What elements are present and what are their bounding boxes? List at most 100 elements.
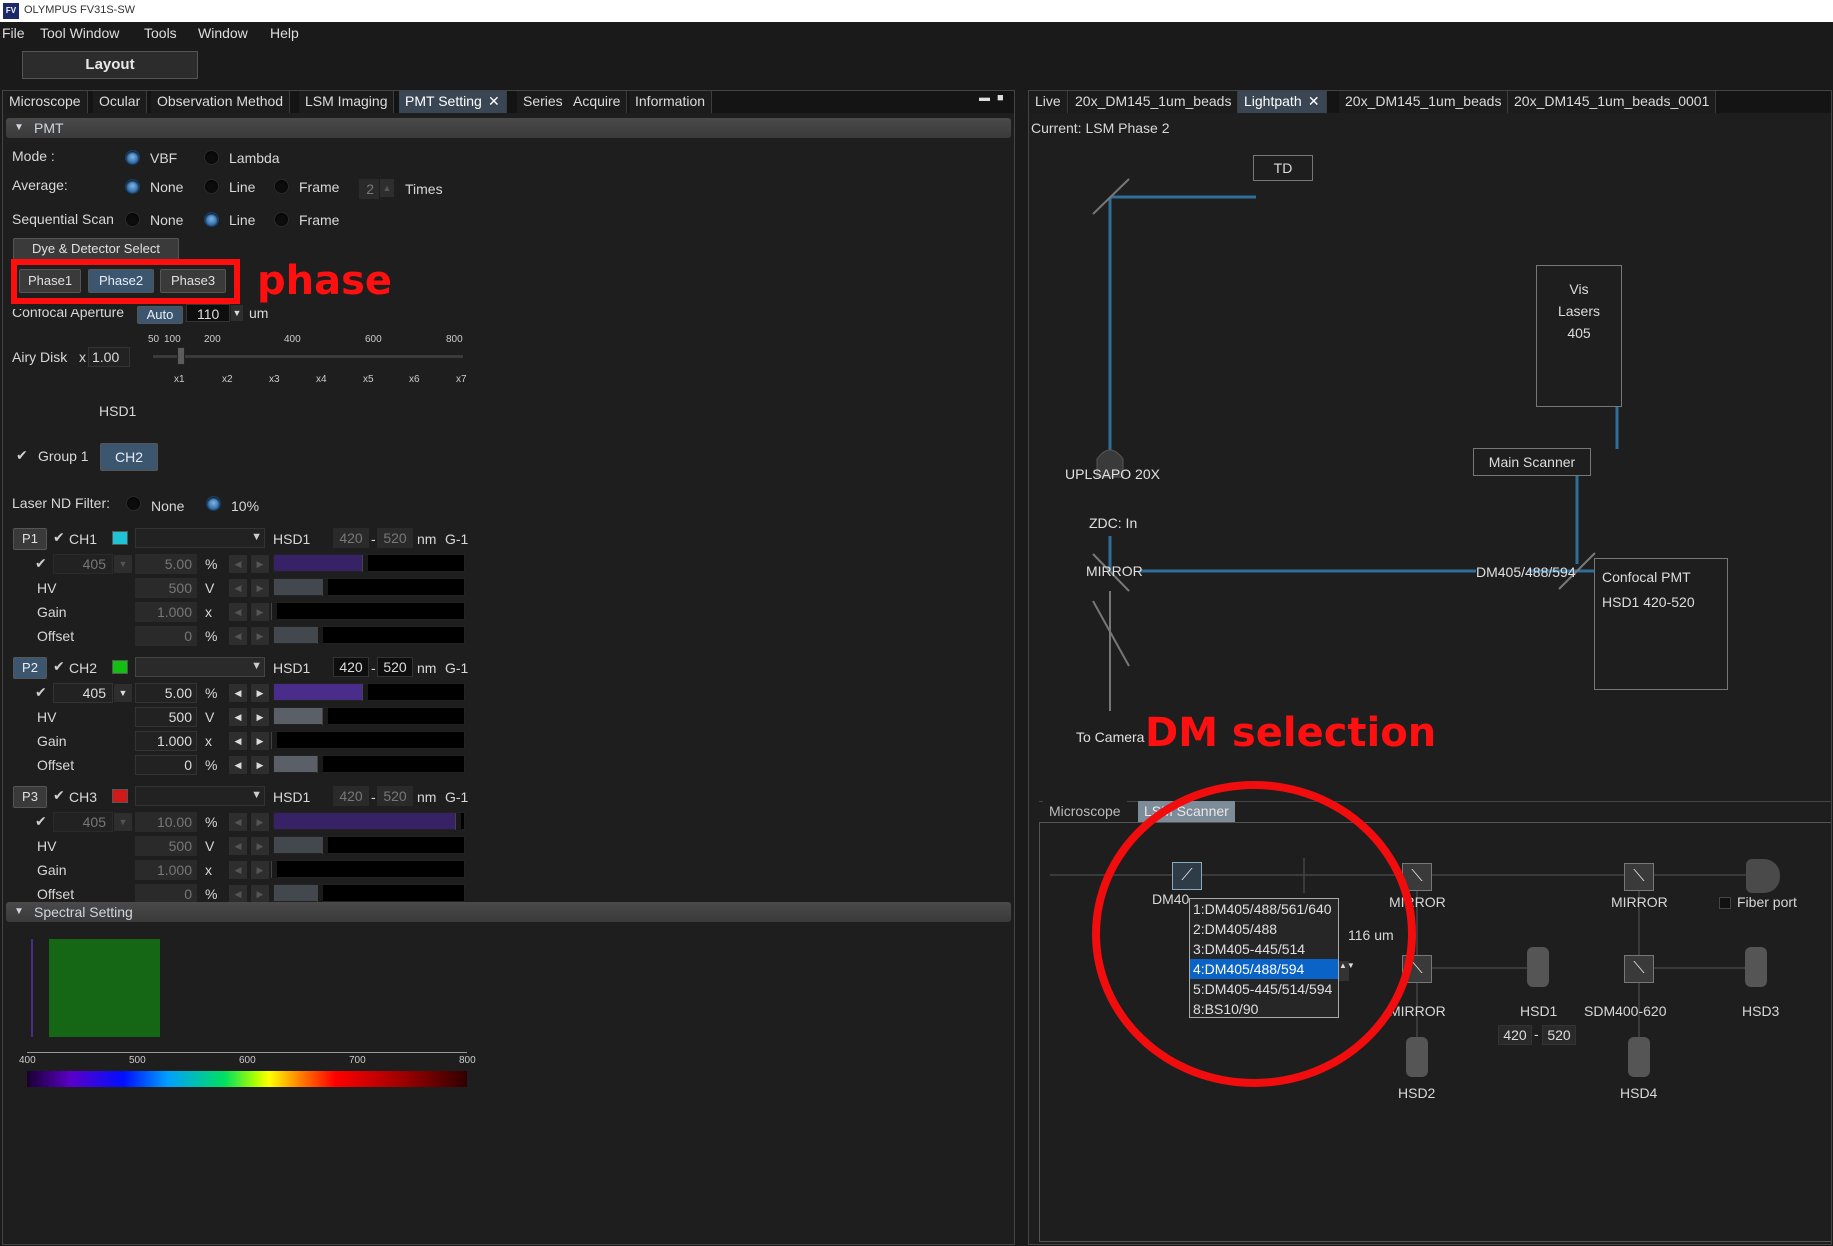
channel-dye-dropdown[interactable]: ▼	[135, 657, 265, 677]
confocal-pmt-box[interactable]: Confocal PMT HSD1 420-520	[1594, 558, 1728, 690]
menu-window[interactable]: Window	[198, 25, 248, 41]
chevron-down-icon[interactable]: ▼	[114, 555, 132, 573]
increment-arrow-icon[interactable]: ▶	[251, 756, 269, 774]
decrement-arrow-icon[interactable]: ◀	[229, 579, 247, 597]
channel-gain-field[interactable]: 1.000	[135, 602, 197, 622]
slider-thumb[interactable]	[271, 603, 277, 620]
channel-p-button[interactable]: P2	[13, 657, 47, 679]
slider-thumb[interactable]	[316, 627, 323, 644]
increment-arrow-icon[interactable]: ▶	[251, 579, 269, 597]
channel-color-swatch[interactable]	[112, 531, 128, 545]
channel-nm-to[interactable]: 520	[377, 657, 413, 677]
laser-enable-checkbox[interactable]: ✔	[35, 555, 47, 572]
tab-scanner-microscope[interactable]: Microscope	[1043, 801, 1127, 822]
tab-image-2[interactable]: 20x_DM145_1um_beads	[1339, 91, 1509, 113]
hsd1-nm-from-field[interactable]: 420	[1498, 1025, 1532, 1045]
increment-arrow-icon[interactable]: ▶	[251, 837, 269, 855]
slider-thumb[interactable]	[322, 837, 329, 854]
channel-nm-to[interactable]: 520	[377, 786, 413, 806]
decrement-arrow-icon[interactable]: ◀	[229, 732, 247, 750]
channel-dye-dropdown[interactable]: ▼	[135, 786, 265, 806]
sdm-switch-icon[interactable]: ⟍	[1624, 955, 1654, 983]
channel-nm-to[interactable]: 520	[377, 528, 413, 548]
channel-gain-slider[interactable]	[271, 731, 465, 749]
channel-laser-field[interactable]: 5.00	[135, 554, 197, 574]
channel-gain-field[interactable]: 1.000	[135, 860, 197, 880]
laser-wavelength-field[interactable]: 405	[53, 554, 113, 574]
channel-gain-slider[interactable]	[271, 860, 465, 878]
spectral-band[interactable]	[49, 939, 160, 1037]
channel-p-button[interactable]: P1	[13, 528, 47, 550]
menu-help[interactable]: Help	[270, 25, 299, 41]
channel-gain-slider[interactable]	[271, 602, 465, 620]
close-icon[interactable]: ✕	[1308, 91, 1320, 112]
increment-arrow-icon[interactable]: ▶	[251, 603, 269, 621]
laser-enable-checkbox[interactable]: ✔	[35, 684, 47, 701]
channel-nm-from[interactable]: 420	[333, 528, 369, 548]
channel-enable-checkbox[interactable]: ✔	[53, 658, 65, 675]
channel-offset-slider[interactable]	[273, 755, 465, 773]
slider-thumb[interactable]	[271, 861, 277, 878]
channel-nm-from[interactable]: 420	[333, 657, 369, 677]
chevron-down-icon[interactable]: ▼	[114, 813, 132, 831]
channel-hv-slider[interactable]	[273, 836, 465, 854]
channel-hv-field[interactable]: 500	[135, 578, 197, 598]
channel-laser-slider[interactable]	[273, 554, 465, 572]
channel-enable-checkbox[interactable]: ✔	[53, 787, 65, 804]
increment-arrow-icon[interactable]: ▶	[251, 555, 269, 573]
hsd1-nm-to-field[interactable]: 520	[1542, 1025, 1576, 1045]
chevron-down-icon[interactable]: ▼	[114, 684, 132, 702]
channel-color-swatch[interactable]	[112, 660, 128, 674]
tab-image-1[interactable]: 20x_DM145_1um_beads	[1069, 91, 1239, 113]
decrement-arrow-icon[interactable]: ◀	[229, 627, 247, 645]
tab-live[interactable]: Live	[1029, 91, 1068, 113]
increment-arrow-icon[interactable]: ▶	[251, 732, 269, 750]
laser-wavelength-field[interactable]: 405	[53, 683, 113, 703]
channel-p-button[interactable]: P3	[13, 786, 47, 808]
channel-laser-slider[interactable]	[273, 812, 465, 830]
decrement-arrow-icon[interactable]: ◀	[229, 885, 247, 903]
vis-lasers-box[interactable]: Vis Lasers 405	[1536, 265, 1622, 407]
slider-thumb[interactable]	[362, 684, 369, 701]
slider-thumb[interactable]	[316, 756, 323, 773]
tab-lightpath[interactable]: Lightpath ✕	[1238, 91, 1327, 113]
decrement-arrow-icon[interactable]: ◀	[229, 708, 247, 726]
fiber-port-checkbox[interactable]	[1719, 897, 1731, 909]
laser-enable-checkbox[interactable]: ✔	[35, 813, 47, 830]
channel-nm-from[interactable]: 420	[333, 786, 369, 806]
channel-hv-field[interactable]: 500	[135, 836, 197, 856]
channel-laser-field[interactable]: 10.00	[135, 812, 197, 832]
laser-wavelength-field[interactable]: 405	[53, 812, 113, 832]
channel-offset-slider[interactable]	[273, 884, 465, 902]
mirror-switch-icon[interactable]: ⟍	[1624, 863, 1654, 891]
slider-thumb[interactable]	[455, 813, 462, 830]
channel-laser-field[interactable]: 5.00	[135, 683, 197, 703]
channel-offset-field[interactable]: 0	[135, 755, 197, 775]
channel-hv-field[interactable]: 500	[135, 707, 197, 727]
channel-laser-slider[interactable]	[273, 683, 465, 701]
decrement-arrow-icon[interactable]: ◀	[229, 555, 247, 573]
increment-arrow-icon[interactable]: ▶	[251, 627, 269, 645]
increment-arrow-icon[interactable]: ▶	[251, 708, 269, 726]
slider-thumb[interactable]	[362, 555, 369, 572]
channel-dye-dropdown[interactable]: ▼	[135, 528, 265, 548]
main-scanner-box[interactable]: Main Scanner	[1473, 448, 1591, 476]
channel-hv-slider[interactable]	[273, 707, 465, 725]
decrement-arrow-icon[interactable]: ◀	[229, 837, 247, 855]
channel-offset-field[interactable]: 0	[135, 626, 197, 646]
decrement-arrow-icon[interactable]: ◀	[229, 861, 247, 879]
spectral-section-header[interactable]: Spectral Setting	[6, 902, 1011, 922]
increment-arrow-icon[interactable]: ▶	[251, 861, 269, 879]
decrement-arrow-icon[interactable]: ◀	[229, 603, 247, 621]
decrement-arrow-icon[interactable]: ◀	[229, 684, 247, 702]
menu-file[interactable]: File	[2, 25, 25, 41]
slider-thumb[interactable]	[322, 579, 329, 596]
channel-gain-field[interactable]: 1.000	[135, 731, 197, 751]
td-box[interactable]: TD	[1253, 155, 1313, 181]
decrement-arrow-icon[interactable]: ◀	[229, 756, 247, 774]
channel-offset-field[interactable]: 0	[135, 884, 197, 904]
increment-arrow-icon[interactable]: ▶	[251, 813, 269, 831]
channel-enable-checkbox[interactable]: ✔	[53, 529, 65, 546]
decrement-arrow-icon[interactable]: ◀	[229, 813, 247, 831]
tab-image-3[interactable]: 20x_DM145_1um_beads_0001	[1508, 91, 1717, 113]
